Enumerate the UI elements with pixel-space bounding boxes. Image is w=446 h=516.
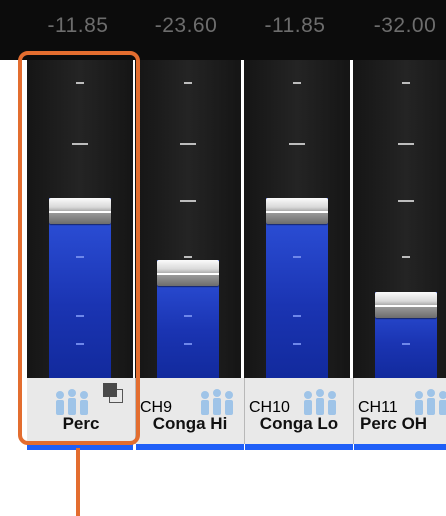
select-indicator-conga-hi: [136, 444, 244, 450]
scale-tick: [402, 82, 410, 84]
fader-knob[interactable]: [375, 292, 437, 318]
channel-name-button-conga-hi[interactable]: CH9 Conga Hi: [136, 378, 245, 444]
fader-knob[interactable]: [266, 198, 328, 224]
fader-knob[interactable]: [157, 260, 219, 286]
drum-players-icon: [201, 389, 233, 415]
scale-tick: [289, 143, 305, 145]
scale-tick: [184, 343, 192, 345]
channel-name-conga-hi: Conga Hi: [152, 414, 228, 433]
drum-players-icon: [415, 389, 446, 415]
fader-value-2: -23.60: [154, 14, 218, 37]
channel-name-perc-oh: Perc OH: [360, 414, 428, 433]
scale-tick: [180, 143, 196, 145]
fader-strip-perc-oh[interactable]: [353, 60, 446, 378]
fader-value-4: -32.00: [373, 14, 437, 37]
channel-name-button-perc-oh[interactable]: CH11 Perc OH: [354, 378, 446, 444]
scale-tick: [293, 82, 301, 84]
channel-name-conga-lo: Conga Lo: [259, 414, 339, 433]
drum-players-icon: [304, 389, 336, 415]
scale-tick: [293, 343, 301, 345]
scale-tick: [402, 256, 410, 258]
fader-value-1: -11.85: [47, 14, 109, 37]
select-indicator-perc-oh: [354, 444, 446, 450]
callout-line: [76, 448, 80, 516]
scale-tick: [180, 200, 196, 202]
fader-level-fill: [266, 198, 328, 378]
scale-tick: [184, 82, 192, 84]
scale-tick: [293, 315, 301, 317]
scale-tick: [402, 343, 410, 345]
scale-tick: [293, 256, 301, 258]
scale-tick: [184, 315, 192, 317]
callout-highlight-frame: [18, 51, 140, 445]
fader-strip-conga-lo[interactable]: [244, 60, 350, 378]
scale-tick: [398, 143, 414, 145]
scale-tick: [184, 256, 192, 258]
fader-value-3: -11.85: [264, 14, 326, 37]
channel-name-button-conga-lo[interactable]: CH10 Conga Lo: [245, 378, 354, 444]
scale-tick: [398, 200, 414, 202]
select-indicator-conga-lo: [245, 444, 353, 450]
fader-strip-conga-hi[interactable]: [135, 60, 241, 378]
